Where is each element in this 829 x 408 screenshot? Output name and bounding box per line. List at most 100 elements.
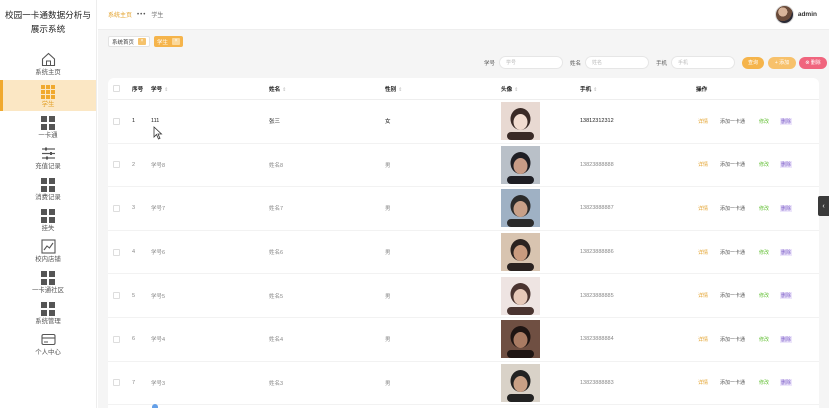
row-delete-button[interactable]: 删除 xyxy=(780,335,793,343)
detail-button[interactable]: 详情 xyxy=(698,118,708,125)
row-delete-button[interactable]: 删除 xyxy=(780,292,793,300)
add-card-button[interactable]: 添加一卡通 xyxy=(720,205,745,212)
row-checkbox[interactable] xyxy=(113,379,120,387)
cell-student-id: 学号4 xyxy=(151,337,166,344)
add-card-button[interactable]: 添加一卡通 xyxy=(720,379,745,386)
table-row[interactable]: 2 学号8 姓名8 男 13823888888 详情 添加一卡通 修改 删除 xyxy=(108,144,819,188)
add-card-button[interactable]: 添加一卡通 xyxy=(720,249,745,256)
add-card-button[interactable]: 添加一卡通 xyxy=(720,161,745,168)
search-button[interactable]: 查询 xyxy=(742,56,764,69)
topbar: 系统主页 ••• 学生 admin xyxy=(98,0,829,30)
student-photo[interactable] xyxy=(501,189,540,228)
row-delete-button[interactable]: 删除 xyxy=(780,379,793,387)
column-header-student-id[interactable]: 学号 ⇕ xyxy=(151,85,168,93)
sort-icon[interactable]: ⇕ xyxy=(593,87,597,93)
row-checkbox[interactable] xyxy=(113,248,120,256)
sidebar-item-loss[interactable]: 挂失 xyxy=(0,204,96,235)
close-icon[interactable]: × xyxy=(172,38,181,45)
column-header-gender[interactable]: 性别 ⇕ xyxy=(385,85,402,93)
sidebar-item-label: 系统管理 xyxy=(35,318,61,325)
avatar[interactable] xyxy=(774,5,794,24)
cell-student-id: 学号7 xyxy=(151,206,166,213)
select-all-checkbox[interactable] xyxy=(113,85,120,92)
edit-button[interactable]: 修改 xyxy=(759,292,769,299)
chart-icon xyxy=(40,239,56,254)
sort-icon[interactable]: ⇕ xyxy=(398,87,402,93)
table-row[interactable]: 4 学号6 姓名6 男 13823888886 详情 添加一卡通 修改 删除 xyxy=(108,231,819,275)
student-photo[interactable] xyxy=(501,276,540,315)
sort-icon[interactable]: ⇕ xyxy=(514,87,518,93)
add-card-button[interactable]: 添加一卡通 xyxy=(720,336,745,343)
close-icon[interactable]: × xyxy=(138,38,147,45)
table-row[interactable]: 1 111 张三女 13812312312 详情 添加一卡通 修改 删除 xyxy=(108,100,819,144)
column-header-index: 序号 xyxy=(132,86,144,93)
cell-gender: 男 xyxy=(385,250,391,257)
sidebar-item-home[interactable]: 系统主页 xyxy=(0,48,96,80)
tab-student[interactable]: 学生 × xyxy=(154,36,184,47)
delete-button[interactable]: ⊗ 删除 xyxy=(799,56,827,69)
sidebar-item-label: 挂失 xyxy=(41,225,55,232)
student-photo[interactable] xyxy=(501,102,540,141)
sidebar-item-community[interactable]: 一卡通社区 xyxy=(0,266,96,297)
row-checkbox[interactable] xyxy=(113,292,120,300)
edit-button[interactable]: 修改 xyxy=(759,379,769,386)
tab-home[interactable]: 系统首页 × xyxy=(108,36,151,47)
row-delete-button[interactable]: 删除 xyxy=(780,117,793,125)
sidebar-item-student[interactable]: 学生 xyxy=(0,80,96,111)
detail-button[interactable]: 详情 xyxy=(698,292,708,299)
student-photo[interactable] xyxy=(501,320,540,359)
edit-button[interactable]: 修改 xyxy=(759,205,769,212)
row-delete-button[interactable]: 删除 xyxy=(780,204,793,212)
sidebar: 校园一卡通数据分析与展示系统 系统主页 学生 一卡通 充值记录 消费记录 挂失 … xyxy=(0,0,97,408)
scrollbar-thumb[interactable] xyxy=(152,404,158,408)
sidebar-item-recharge[interactable]: 充值记录 xyxy=(0,142,96,173)
edit-button[interactable]: 修改 xyxy=(759,161,769,168)
table-row[interactable]: 7 学号3 姓名3 男 13823888883 详情 添加一卡通 修改 删除 xyxy=(108,362,819,406)
sort-icon[interactable]: ⇕ xyxy=(164,87,168,93)
table-row[interactable]: 5 学号5 姓名5 男 13823888885 详情 添加一卡通 修改 删除 xyxy=(108,274,819,318)
student-id-input[interactable]: 学号 xyxy=(498,56,563,69)
detail-button[interactable]: 详情 xyxy=(698,161,708,168)
sort-icon[interactable]: ⇕ xyxy=(282,87,286,93)
row-delete-button[interactable]: 删除 xyxy=(780,248,793,256)
add-card-button[interactable]: 添加一卡通 xyxy=(720,292,745,299)
breadcrumb-home[interactable]: 系统主页 xyxy=(108,10,132,19)
breadcrumb-current: 学生 xyxy=(151,13,164,19)
cell-gender: 男 xyxy=(385,293,391,300)
column-header-name[interactable]: 姓名 ⇕ xyxy=(269,85,286,93)
add-button[interactable]: + 添加 xyxy=(768,56,796,69)
table-row[interactable]: 6 学号4 姓名4 男 13823888884 详情 添加一卡通 修改 删除 xyxy=(108,318,819,362)
row-checkbox[interactable] xyxy=(113,161,120,169)
sidebar-item-card[interactable]: 一卡通 xyxy=(0,111,96,142)
row-checkbox[interactable] xyxy=(113,117,120,125)
sidebar-item-system[interactable]: 系统管理 xyxy=(0,297,96,328)
table-row[interactable]: 3 学号7 姓名7 男 13823888887 详情 添加一卡通 修改 删除 xyxy=(108,187,819,231)
column-header-photo[interactable]: 头像 ⇕ xyxy=(501,85,518,93)
student-photo[interactable] xyxy=(501,233,540,272)
edit-button[interactable]: 修改 xyxy=(759,249,769,256)
detail-button[interactable]: 详情 xyxy=(698,249,708,256)
sidebar-item-profile[interactable]: 个人中心 xyxy=(0,328,96,359)
row-delete-button[interactable]: 删除 xyxy=(780,161,793,169)
add-card-button[interactable]: 添加一卡通 xyxy=(720,118,745,125)
edit-button[interactable]: 修改 xyxy=(759,336,769,343)
cell-gender: 男 xyxy=(385,380,391,387)
student-photo[interactable] xyxy=(501,363,540,402)
detail-button[interactable]: 详情 xyxy=(698,205,708,212)
sidebar-item-consume[interactable]: 消费记录 xyxy=(0,173,96,204)
name-input[interactable]: 姓名 xyxy=(584,56,649,69)
user-name[interactable]: admin xyxy=(798,11,817,18)
student-photo[interactable] xyxy=(501,145,540,184)
card-icon xyxy=(40,332,56,347)
edit-button[interactable]: 修改 xyxy=(759,118,769,125)
phone-input[interactable]: 手机 xyxy=(671,56,735,69)
cell-student-id: 学号3 xyxy=(151,380,166,387)
user-menu[interactable]: admin xyxy=(774,5,817,24)
detail-button[interactable]: 详情 xyxy=(698,336,708,343)
row-checkbox[interactable] xyxy=(113,335,120,343)
column-header-phone[interactable]: 手机 ⇕ xyxy=(580,85,597,93)
side-panel-toggle[interactable]: ‹ xyxy=(818,196,829,216)
row-checkbox[interactable] xyxy=(113,204,120,212)
detail-button[interactable]: 详情 xyxy=(698,379,708,386)
sidebar-item-shop[interactable]: 校内店铺 xyxy=(0,235,96,266)
